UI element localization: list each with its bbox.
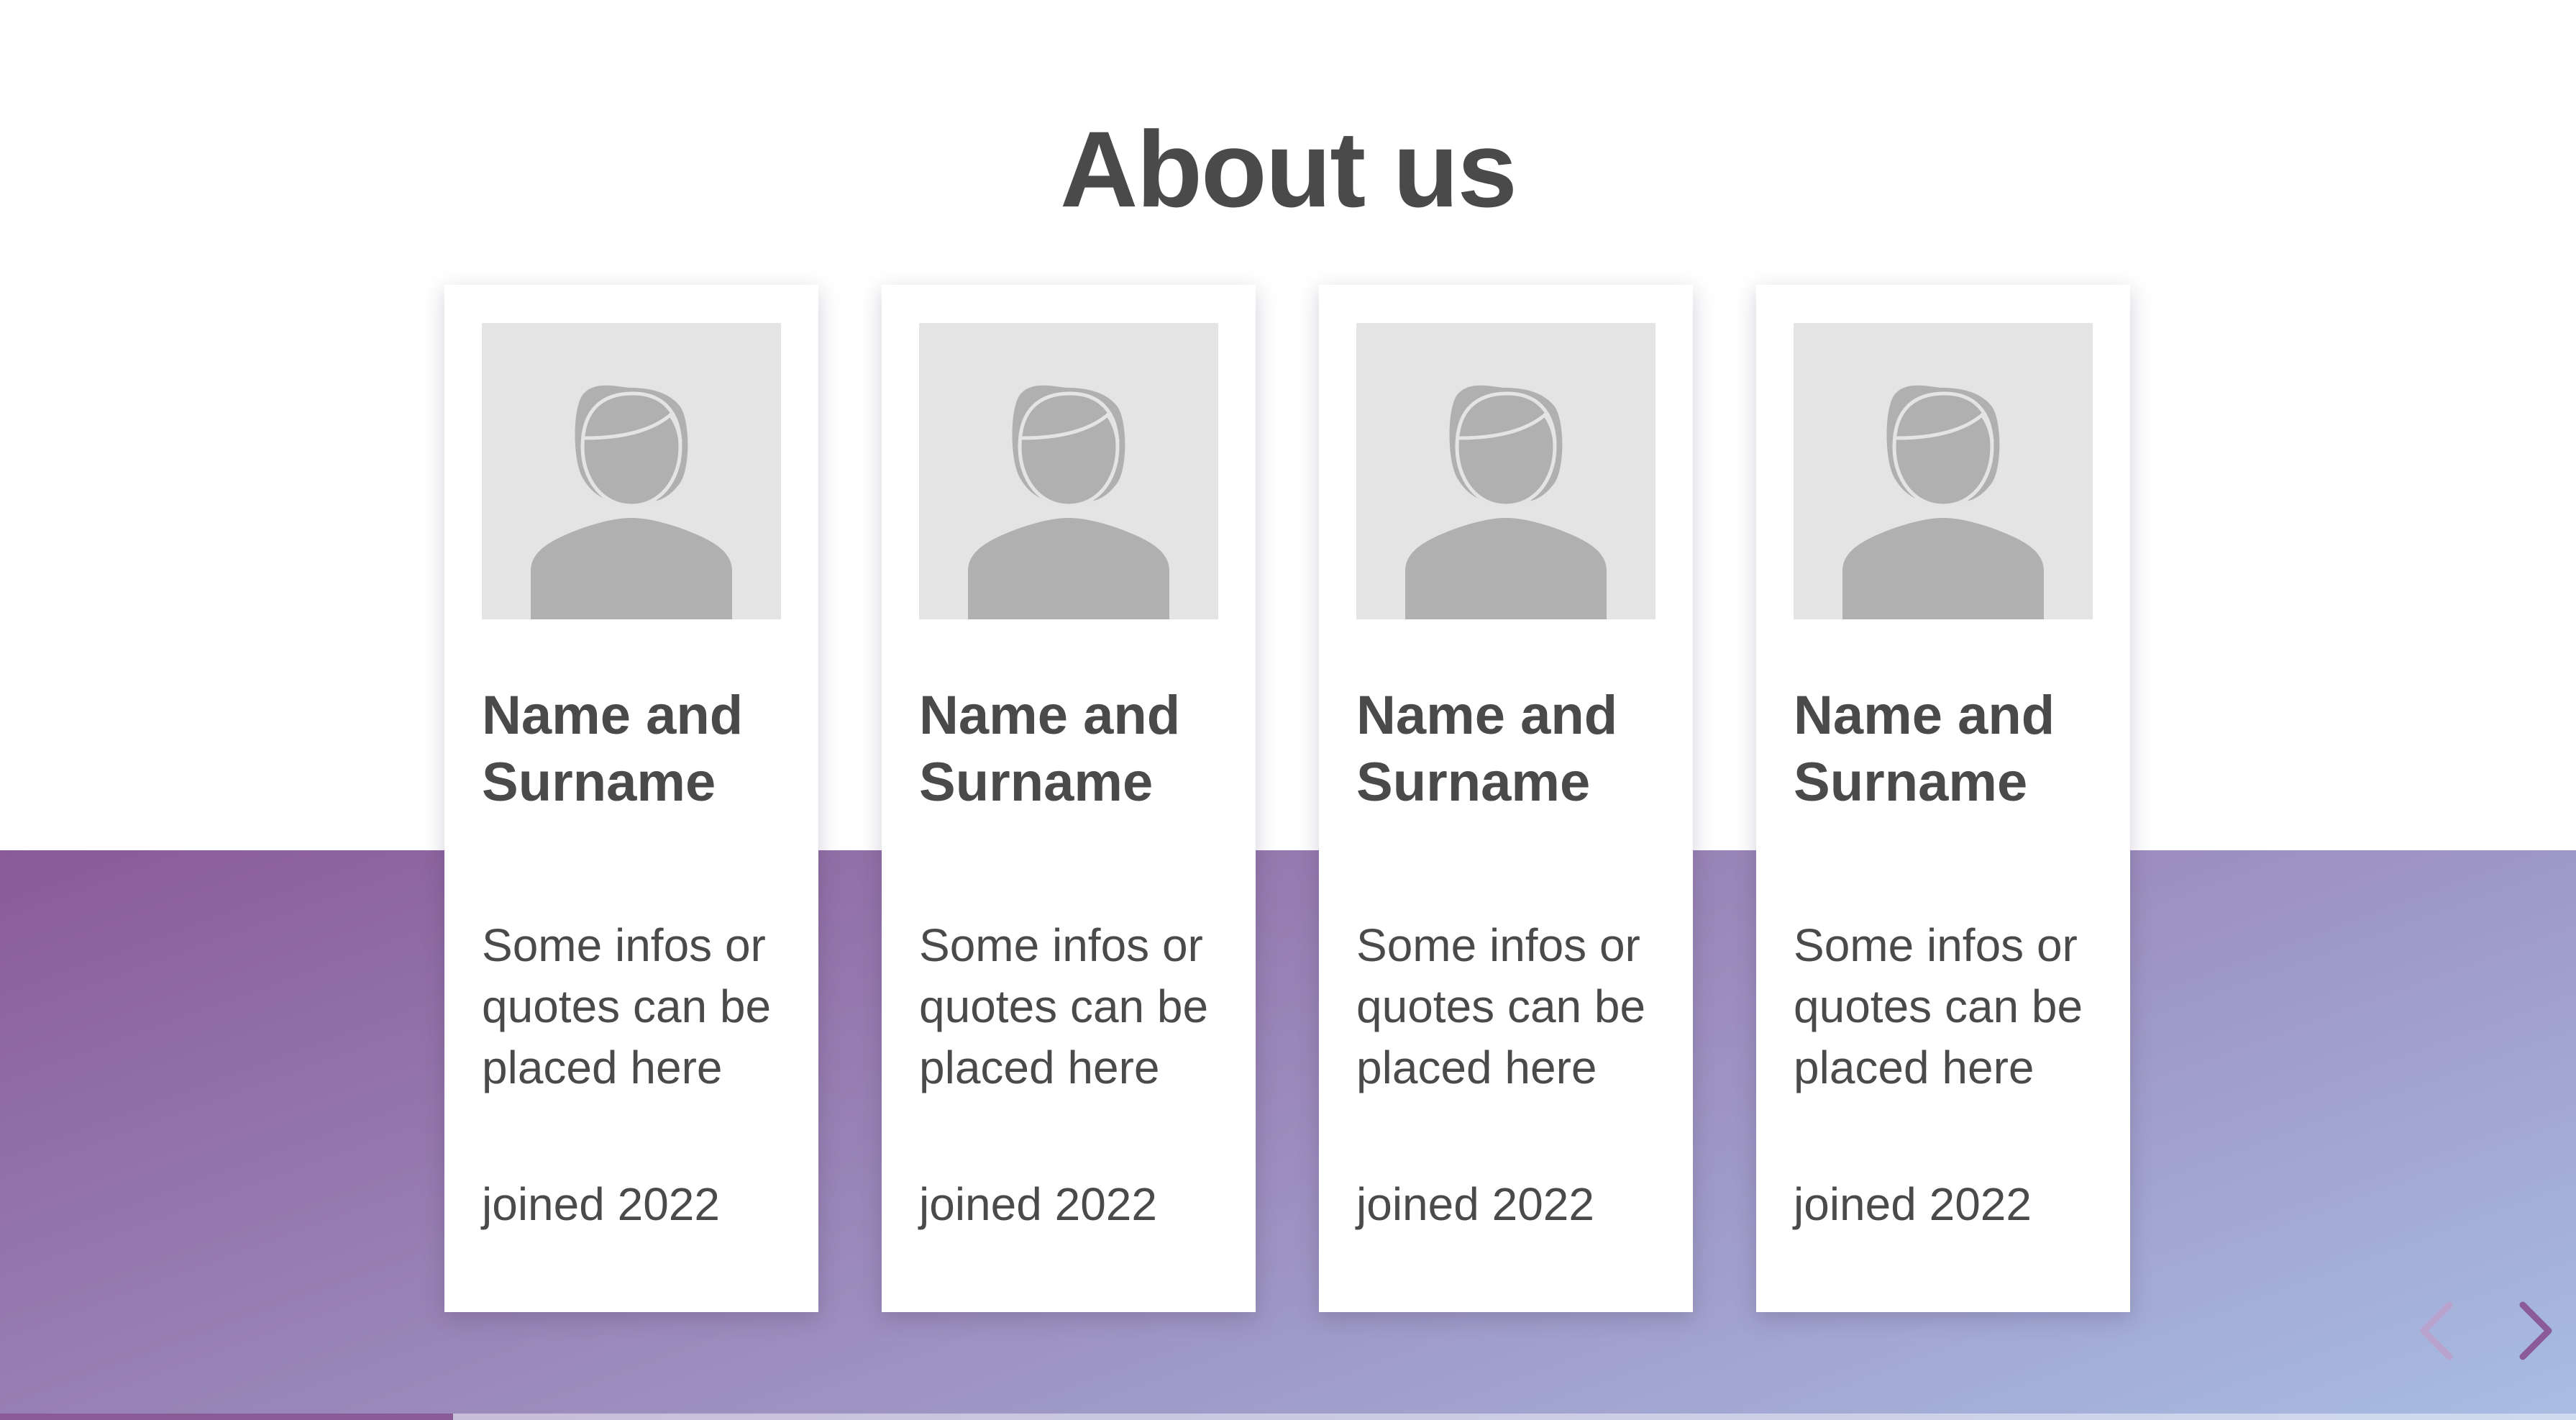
team-cards: Name and Surname Some infos or quotes ca… bbox=[444, 285, 2132, 1312]
female-avatar-placeholder-icon bbox=[968, 385, 1169, 619]
about-us-slide: About us Name and Surname Some infos or … bbox=[0, 0, 2576, 1420]
team-card: Name and Surname Some infos or quotes ca… bbox=[1756, 285, 2130, 1312]
member-info: Some infos or quotes can be placed here bbox=[1794, 919, 2083, 1093]
next-slide-button[interactable] bbox=[2507, 1295, 2564, 1367]
slide-progress-bar bbox=[0, 1414, 2576, 1420]
female-avatar-placeholder-icon bbox=[1405, 385, 1607, 619]
member-joined: joined 2022 bbox=[482, 1178, 720, 1230]
member-info: Some infos or quotes can be placed here bbox=[482, 919, 772, 1093]
member-info: Some infos or quotes can be placed here bbox=[919, 919, 1209, 1093]
team-card: Name and Surname Some infos or quotes ca… bbox=[444, 285, 818, 1312]
member-joined: joined 2022 bbox=[1356, 1178, 1594, 1230]
female-avatar-placeholder-icon bbox=[531, 385, 732, 619]
member-name: Name and Surname bbox=[1794, 685, 2055, 813]
chevron-right-icon bbox=[2519, 1301, 2552, 1360]
team-card: Name and Surname Some infos or quotes ca… bbox=[1319, 285, 1693, 1312]
chevron-left-icon bbox=[2420, 1301, 2453, 1360]
member-joined: joined 2022 bbox=[919, 1178, 1157, 1230]
team-card: Name and Surname Some infos or quotes ca… bbox=[882, 285, 1256, 1312]
member-name: Name and Surname bbox=[1356, 685, 1618, 813]
member-joined: joined 2022 bbox=[1794, 1178, 2032, 1230]
profile-photo bbox=[919, 323, 1218, 619]
female-avatar-placeholder-icon bbox=[1842, 385, 2044, 619]
slide-progress-fill bbox=[0, 1414, 454, 1420]
profile-photo bbox=[1794, 323, 2093, 619]
member-name: Name and Surname bbox=[919, 685, 1181, 813]
page-title: About us bbox=[1060, 109, 1517, 229]
previous-slide-button[interactable] bbox=[2408, 1295, 2465, 1367]
member-name: Name and Surname bbox=[482, 685, 744, 813]
profile-photo bbox=[1356, 323, 1655, 619]
profile-photo bbox=[482, 323, 781, 619]
member-info: Some infos or quotes can be placed here bbox=[1356, 919, 1646, 1093]
